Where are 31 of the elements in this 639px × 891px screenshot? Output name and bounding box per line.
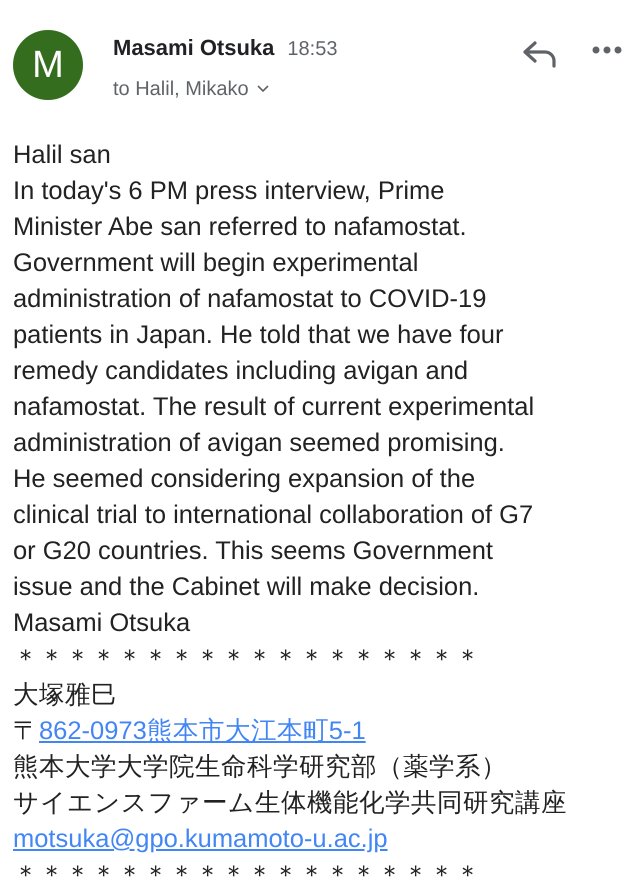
recipients-dropdown[interactable]: to Halil, Mikako	[113, 74, 269, 104]
reply-icon	[522, 40, 558, 68]
body-text: 熊本大学大学院生命科学研究部（薬学系）	[13, 752, 507, 783]
body-text: remedy candidates including avigan and	[13, 356, 468, 387]
postal-mark: 〒	[13, 716, 39, 747]
chevron-down-icon	[256, 85, 269, 93]
body-text: Government will begin experimental	[13, 248, 418, 279]
body-text: ＊＊＊＊＊＊＊＊＊＊＊＊＊＊＊＊＊＊	[13, 644, 481, 675]
email-link[interactable]: motsuka@gpo.kumamoto-u.ac.jp	[13, 821, 388, 857]
body-text: patients in Japan. He told that we have four	[13, 320, 504, 351]
reply-button[interactable]	[522, 40, 558, 68]
body-text: ＊＊＊＊＊＊＊＊＊＊＊＊＊＊＊＊＊＊	[13, 860, 481, 891]
body-text: Masami Otsuka	[13, 608, 190, 639]
more-button[interactable]	[592, 46, 622, 54]
more-icon	[592, 46, 622, 54]
body-text: issue and the Cabinet will make decision.	[13, 572, 480, 603]
body-text: administration of nafamostat to COVID-19	[13, 284, 486, 315]
body-text: Halil san	[13, 140, 111, 171]
body-text: nafamostat. The result of current experimental	[13, 392, 534, 423]
body-text: In today's 6 PM press interview, Prime	[13, 176, 444, 207]
body-text: Minister Abe san referred to nafamostat.	[13, 212, 467, 243]
body-text: administration of avigan seemed promising.	[13, 428, 505, 459]
body-text: or G20 countries. This seems Government	[13, 536, 493, 567]
body-text: clinical trial to international collaboration of G7	[13, 500, 534, 531]
body-text: He seemed considering expansion of the	[13, 464, 476, 495]
sender-name: Masami Otsuka	[113, 34, 274, 62]
address-link[interactable]: 862-0973熊本市大江本町5-1	[39, 713, 366, 749]
body-text: 大塚雅巳	[13, 680, 117, 711]
avatar: M	[13, 30, 83, 100]
time: 18:53	[287, 37, 338, 62]
body-text: サイエンスファーム生体機能化学共同研究講座	[13, 788, 567, 819]
